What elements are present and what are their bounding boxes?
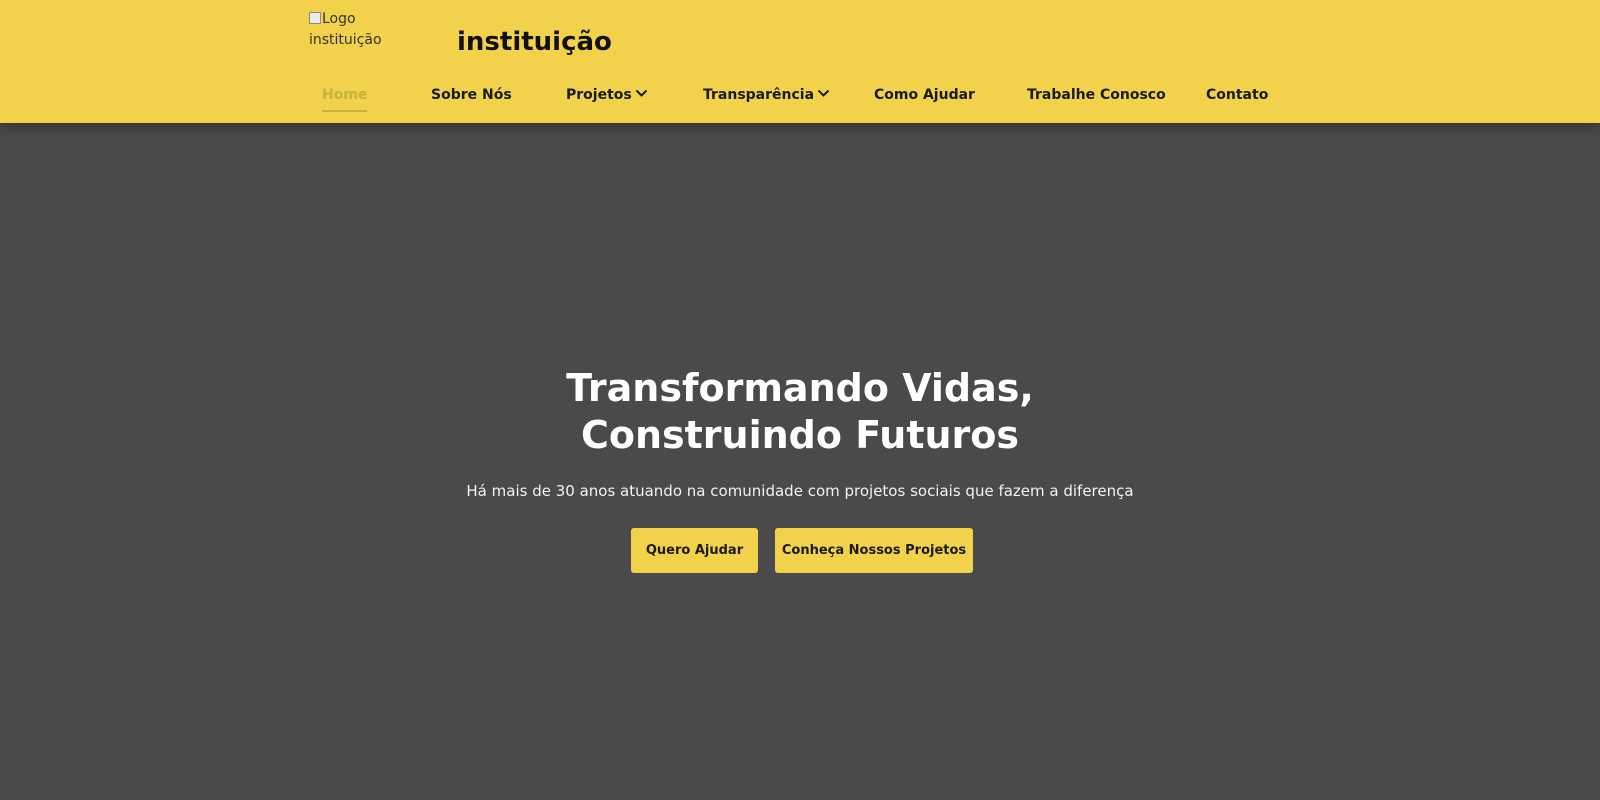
nav-item-como-ajudar[interactable]: Como Ajudar xyxy=(874,84,975,106)
broken-image-icon xyxy=(309,12,321,24)
nav-item-transparencia[interactable]: Transparência xyxy=(703,84,830,106)
hero-subtitle: Há mais de 30 anos atuando na comunidade… xyxy=(466,482,1134,500)
nav-item-trabalhe-conosco[interactable]: Trabalhe Conosco xyxy=(1027,84,1166,106)
chevron-down-icon xyxy=(817,89,830,97)
site-title: instituição xyxy=(457,27,612,57)
hero-title: Transformando Vidas, Construindo Futuros xyxy=(0,365,1600,459)
nav-item-contato[interactable]: Contato xyxy=(1206,84,1268,106)
hero-title-line-2: Construindo Futuros xyxy=(580,413,1020,457)
main-nav: Home Sobre Nós Projetos Transparência Co… xyxy=(0,84,1600,114)
site-header: Logo instituição instituição Home Sobre … xyxy=(0,0,1600,123)
chevron-down-icon xyxy=(635,89,647,97)
hero-title-line-1: Transformando Vidas, xyxy=(566,366,1034,410)
quero-ajudar-button[interactable]: Quero Ajudar xyxy=(631,528,758,573)
nav-item-home[interactable]: Home xyxy=(322,84,368,112)
logo-image[interactable]: Logo instituição xyxy=(309,9,419,59)
conheca-projetos-button[interactable]: Conheça Nossos Projetos xyxy=(775,528,973,573)
nav-item-projetos[interactable]: Projetos xyxy=(566,84,648,106)
hero-section: Transformando Vidas, Construindo Futuros… xyxy=(0,123,1600,800)
nav-item-projetos-label: Projetos xyxy=(566,87,632,103)
nav-item-sobre-nos[interactable]: Sobre Nós xyxy=(431,84,512,106)
nav-item-transparencia-label: Transparência xyxy=(703,87,815,103)
